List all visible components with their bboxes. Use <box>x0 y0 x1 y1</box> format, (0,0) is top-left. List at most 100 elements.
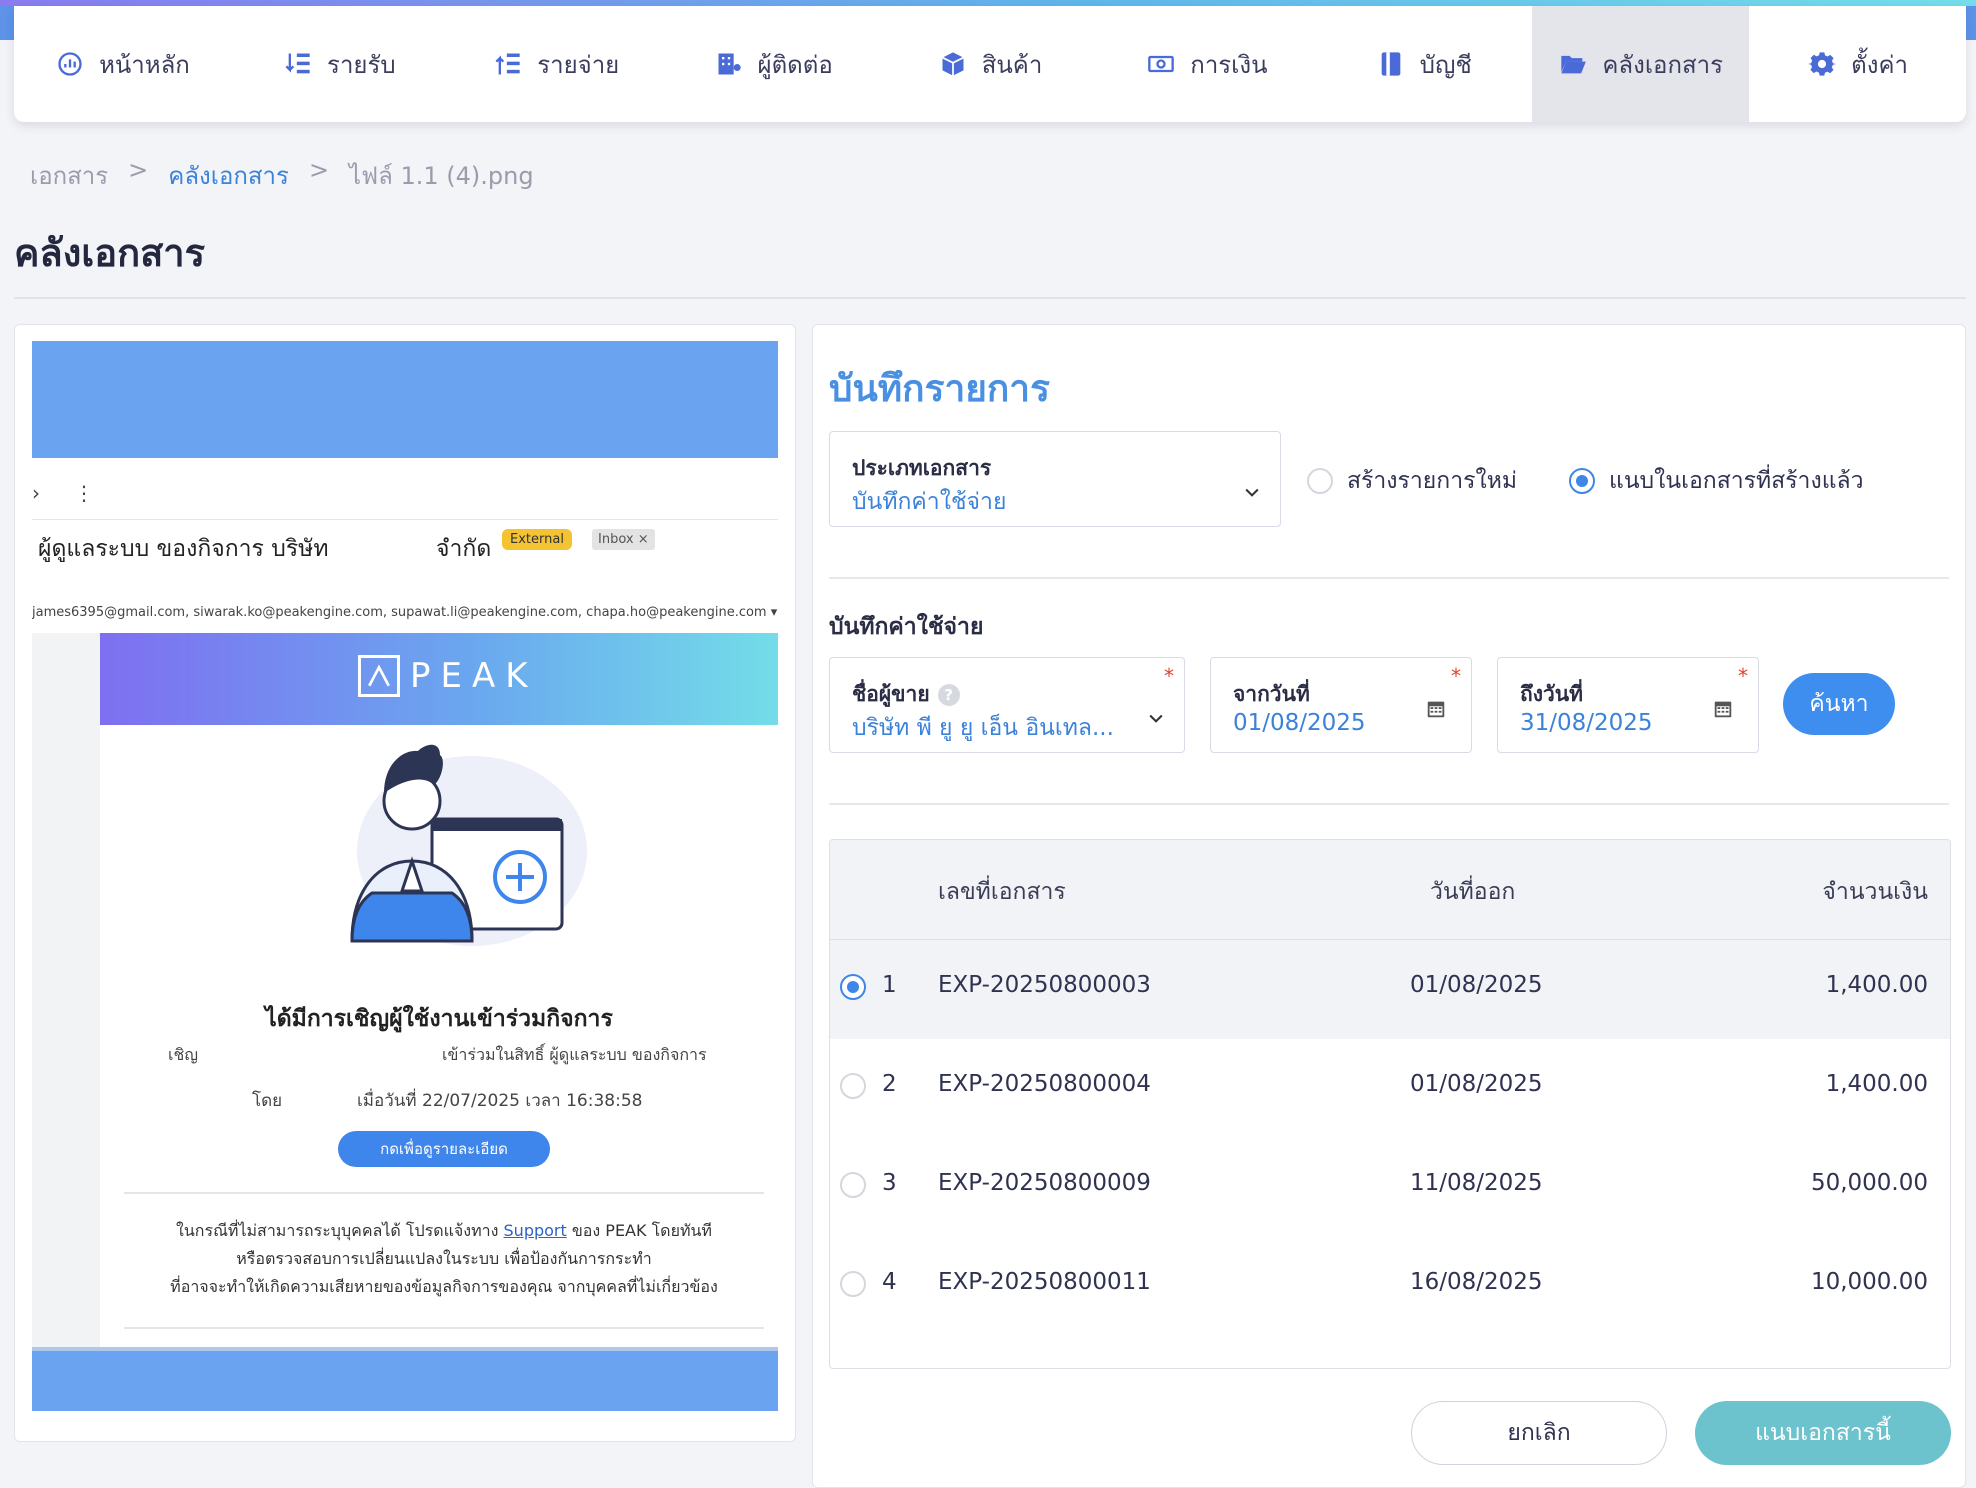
notice-text: ที่อาจจะทำให้เกิดความเสียหายของข้อมูลกิจ… <box>170 1277 718 1296</box>
nav-item-expense[interactable]: รายจ่าย <box>448 6 665 122</box>
nav-item-contacts[interactable]: ผู้ติดต่อ <box>665 6 882 122</box>
row-doc-no: EXP-20250800004 <box>938 1071 1151 1097</box>
row-radio[interactable] <box>840 1172 866 1198</box>
preview-blue-header <box>32 341 778 458</box>
contacts-icon <box>714 49 744 79</box>
calendar-icon[interactable] <box>1712 698 1734 720</box>
chevron-down-icon <box>1245 488 1259 497</box>
row-radio[interactable] <box>840 1073 866 1099</box>
from-date-field[interactable]: จากวันที่ 01/08/2025 * <box>1210 657 1472 753</box>
vendor-label-text: ชื่อผู้ขาย <box>852 682 930 706</box>
radio-attach-existing[interactable]: แนบในเอกสารที่สร้างแล้ว <box>1569 463 1864 499</box>
nav-item-home[interactable]: หน้าหลัก <box>14 6 231 122</box>
radio-button[interactable] <box>1307 468 1333 494</box>
from-date-value: 01/08/2025 <box>1233 710 1366 736</box>
nav-item-products[interactable]: สินค้า <box>882 6 1099 122</box>
nav-item-documents[interactable]: คลังเอกสาร <box>1532 6 1750 122</box>
notice-text: ของ PEAK โดยทันที <box>566 1221 712 1240</box>
radio-attach-existing-label: แนบในเอกสารที่สร้างแล้ว <box>1609 468 1864 494</box>
nav-item-income[interactable]: รายรับ <box>231 6 448 122</box>
notice-text: ในกรณีที่ไม่สามารถระบุบุคคลได้ โปรดแจ้งท… <box>176 1221 504 1240</box>
row-date: 16/08/2025 <box>1410 1269 1543 1295</box>
required-mark: * <box>1451 664 1461 688</box>
nav-label-settings: ตั้งค่า <box>1851 50 1908 79</box>
preview-divider <box>124 1192 764 1194</box>
preview-invite-value: เข้าร่วมในสิทธิ์ ผู้ดูแลระบบ ของกิจการ <box>442 1045 707 1064</box>
preview-divider <box>32 519 778 520</box>
nav-label-expense: รายจ่าย <box>537 50 620 79</box>
invite-person-illustration <box>350 744 587 946</box>
income-icon <box>283 49 313 79</box>
table-row[interactable]: 2 EXP-20250800004 01/08/2025 1,400.00 <box>830 1039 1950 1138</box>
row-date: 01/08/2025 <box>1410 972 1543 998</box>
preview-subject: ผู้ดูแลระบบ ของกิจการ บริษัท <box>38 536 329 562</box>
table-header: เลขที่เอกสาร วันที่ออก จำนวนเงิน <box>830 840 1950 940</box>
nav-item-finance[interactable]: การเงิน <box>1098 6 1315 122</box>
table-row[interactable]: 4 EXP-20250800011 16/08/2025 10,000.00 <box>830 1237 1950 1336</box>
page-title: คลังเอกสาร <box>14 231 206 275</box>
radio-button-selected[interactable] <box>1569 468 1595 494</box>
row-doc-no: EXP-20250800011 <box>938 1269 1151 1295</box>
breadcrumb-separator: > <box>308 156 330 184</box>
preview-blue-footer <box>32 1351 778 1411</box>
document-preview-image[interactable]: › ⋮ ผู้ดูแลระบบ ของกิจการ บริษัท จำกัด E… <box>32 341 778 1411</box>
divider <box>829 803 1949 805</box>
to-date-label: ถึงวันที่ <box>1520 682 1583 706</box>
divider <box>829 577 1949 579</box>
preview-heading: ได้มีการเชิญผู้ใช้งานเข้าร่วมกิจการ <box>265 1006 613 1032</box>
peak-logo: PEAK <box>358 655 538 697</box>
preview-gutter <box>32 633 100 1347</box>
preview-notice: ในกรณีที่ไม่สามารถระบุบุคคลได้ โปรดแจ้งท… <box>124 1217 764 1301</box>
row-amount: 10,000.00 <box>1810 1269 1928 1295</box>
row-number: 2 <box>882 1071 897 1097</box>
vendor-select[interactable]: ชื่อผู้ขาย? บริษัท พี ยู ยู เอ็น อินเทล.… <box>829 657 1185 753</box>
dashboard-icon <box>55 49 85 79</box>
row-radio[interactable] <box>840 1271 866 1297</box>
radio-create-new-label: สร้างรายการใหม่ <box>1347 468 1518 494</box>
vendor-label: ชื่อผู้ขาย? <box>852 678 960 711</box>
nav-item-accounts[interactable]: บัญชี <box>1315 6 1532 122</box>
column-header-doc-no[interactable]: เลขที่เอกสาร <box>938 874 1066 910</box>
vendor-value: บริษัท พี ยู ยู เอ็น อินเทล... <box>852 715 1114 741</box>
search-button[interactable]: ค้นหา <box>1783 673 1895 735</box>
table-row[interactable]: 3 EXP-20250800009 11/08/2025 50,000.00 <box>830 1138 1950 1237</box>
breadcrumb-separator: > <box>128 156 149 184</box>
support-link: Support <box>503 1221 567 1240</box>
preview-divider <box>124 1327 764 1329</box>
record-entry-panel: บันทึกรายการ ประเภทเอกสาร บันทึกค่าใช้จ่… <box>812 324 1966 1488</box>
preview-subject-suffix: จำกัด <box>436 536 492 562</box>
box-icon <box>938 49 968 79</box>
document-type-value: บันทึกค่าใช้จ่าย <box>852 489 1007 515</box>
column-header-amount[interactable]: จำนวนเงิน <box>1822 874 1928 910</box>
nav-label-documents: คลังเอกสาร <box>1602 50 1723 79</box>
section-label: บันทึกค่าใช้จ่าย <box>829 614 984 640</box>
document-type-label: ประเภทเอกสาร <box>852 456 992 480</box>
nav-item-settings[interactable]: ตั้งค่า <box>1749 6 1966 122</box>
help-icon[interactable]: ? <box>937 684 960 706</box>
calendar-icon[interactable] <box>1425 698 1447 720</box>
row-radio-selected[interactable] <box>840 974 866 1000</box>
preview-by-label: โดย <box>252 1091 283 1111</box>
preview-badge-inbox: Inbox × <box>592 529 655 550</box>
row-amount: 1,400.00 <box>1825 972 1928 998</box>
preview-invite-label: เชิญ <box>168 1045 198 1064</box>
chevron-right-icon: › <box>32 481 40 505</box>
to-date-field[interactable]: ถึงวันที่ 31/08/2025 * <box>1497 657 1759 753</box>
row-doc-no: EXP-20250800009 <box>938 1170 1151 1196</box>
cancel-button[interactable]: ยกเลิก <box>1411 1401 1667 1465</box>
breadcrumb: เอกสาร > คลังเอกสาร > ไฟล์ 1.1 (4).png <box>30 156 534 195</box>
money-icon <box>1146 49 1176 79</box>
ledger-icon <box>1376 49 1406 79</box>
radio-create-new[interactable]: สร้างรายการใหม่ <box>1307 463 1517 499</box>
table-row[interactable]: 1 EXP-20250800003 01/08/2025 1,400.00 <box>830 940 1950 1039</box>
attach-document-button[interactable]: แนบเอกสารนี้ <box>1695 1401 1951 1465</box>
notice-text: หรือตรวจสอบการเปลี่ยนแปลงในระบบ เพื่อป้อ… <box>236 1249 652 1268</box>
row-amount: 1,400.00 <box>1825 1071 1928 1097</box>
breadcrumb-link-documents[interactable]: คลังเอกสาร <box>168 156 289 195</box>
to-date-value: 31/08/2025 <box>1520 710 1653 736</box>
column-header-date[interactable]: วันที่ออก <box>1430 874 1515 910</box>
document-type-select[interactable]: ประเภทเอกสาร บันทึกค่าใช้จ่าย <box>829 431 1281 527</box>
breadcrumb-root[interactable]: เอกสาร <box>30 156 108 195</box>
row-date: 01/08/2025 <box>1410 1071 1543 1097</box>
chevron-down-icon <box>1149 714 1163 723</box>
